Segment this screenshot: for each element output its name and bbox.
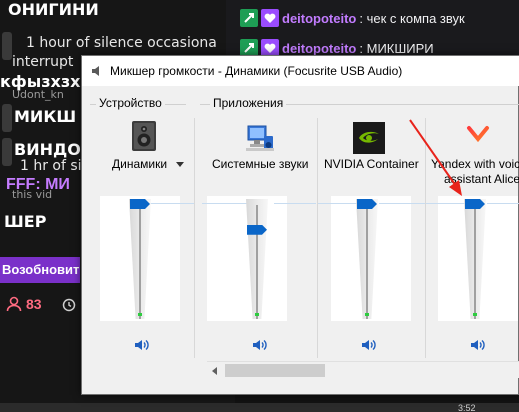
app-name-nvidia: NVIDIA Container bbox=[324, 157, 419, 171]
chat-message: deitopoteito: чек с компа звук bbox=[240, 8, 465, 28]
device-group-label: Устройство bbox=[96, 96, 165, 110]
chevron-down-icon bbox=[176, 161, 185, 167]
player-time: 3:52 bbox=[458, 403, 476, 412]
player-bottom-bar bbox=[0, 403, 519, 412]
column-separator bbox=[425, 118, 426, 358]
speaker-app-icon bbox=[92, 66, 99, 76]
feed-text: interrupt bbox=[12, 54, 74, 70]
slider-guide bbox=[274, 203, 316, 204]
app-name-yandex-line1: Yandex with voice bbox=[431, 157, 519, 171]
feed-text: МИКШ bbox=[14, 107, 77, 126]
chat-fff-line: FFF: МИ bbox=[6, 176, 70, 193]
slider-guide bbox=[379, 203, 425, 204]
device-mute-button[interactable] bbox=[134, 338, 150, 352]
window-title: Микшер громкости - Динамики (Focusrite U… bbox=[110, 64, 403, 78]
feed-text: 1 hour of silence occasiona bbox=[26, 35, 217, 51]
chat-text: : МИКШИРИ bbox=[359, 40, 434, 56]
viewer-count: 83 bbox=[6, 296, 42, 312]
chat-text: : чек с компа звук bbox=[359, 10, 465, 26]
feed-text: ШЕР bbox=[4, 212, 47, 231]
clock-icon bbox=[62, 298, 76, 312]
window-titlebar[interactable]: Микшер громкости - Динамики (Focusrite U… bbox=[82, 56, 519, 86]
app-name-yandex: Yandex with voice assistant Alice bbox=[431, 157, 519, 187]
column-separator bbox=[194, 118, 195, 358]
person-icon bbox=[6, 296, 22, 312]
slider-guide bbox=[487, 203, 519, 204]
feed-thumb bbox=[2, 32, 12, 60]
slider-guide bbox=[318, 203, 360, 204]
feed-text: Udont_kn bbox=[12, 88, 64, 101]
feed-text: 1 hr of si bbox=[20, 158, 82, 174]
resume-button[interactable]: Возобновить bbox=[0, 257, 80, 283]
slider-guide bbox=[148, 203, 194, 204]
apps-group-label: Приложения bbox=[210, 96, 287, 110]
system-sounds-icon[interactable] bbox=[244, 122, 276, 154]
speaker-device-icon[interactable] bbox=[128, 120, 160, 152]
feed-text: ОНИГИНИ bbox=[8, 0, 99, 19]
scrollbar-thumb[interactable] bbox=[225, 364, 325, 377]
slider-guide bbox=[426, 203, 467, 204]
column-separator bbox=[317, 118, 318, 358]
app-name-yandex-line2: assistant Alice bbox=[444, 172, 519, 186]
feed-text: ВИНДО bbox=[14, 140, 81, 159]
horizontal-scrollbar[interactable] bbox=[207, 361, 519, 378]
feed-thumb bbox=[2, 138, 12, 166]
app-name-system-sounds: Системные звуки bbox=[212, 157, 309, 171]
chat-panel: deitopoteito: чек с компа звук deitopote… bbox=[226, 0, 519, 60]
device-volume-slider[interactable] bbox=[129, 199, 151, 319]
device-selector[interactable]: Динамики bbox=[112, 157, 185, 171]
feed-thumb bbox=[2, 104, 12, 132]
nvidia-icon[interactable] bbox=[353, 122, 385, 154]
moderator-badge-icon bbox=[240, 9, 258, 27]
system-sounds-mute-button[interactable] bbox=[252, 338, 268, 352]
viewer-count-value: 83 bbox=[26, 296, 42, 312]
device-name: Динамики bbox=[112, 157, 168, 171]
system-sounds-volume-slider[interactable] bbox=[246, 199, 268, 319]
scroll-left-arrow-icon[interactable] bbox=[209, 365, 221, 377]
chat-username[interactable]: deitopoteito bbox=[282, 41, 356, 56]
yandex-volume-slider[interactable] bbox=[464, 199, 486, 319]
heart-badge-icon bbox=[261, 9, 279, 27]
nvidia-volume-slider[interactable] bbox=[356, 199, 378, 319]
volume-mixer-window: Микшер громкости - Динамики (Focusrite U… bbox=[81, 55, 519, 395]
chat-username[interactable]: deitopoteito bbox=[282, 11, 356, 26]
yandex-mute-button[interactable] bbox=[470, 338, 486, 352]
nvidia-mute-button[interactable] bbox=[361, 338, 377, 352]
yandex-icon[interactable] bbox=[462, 122, 494, 154]
